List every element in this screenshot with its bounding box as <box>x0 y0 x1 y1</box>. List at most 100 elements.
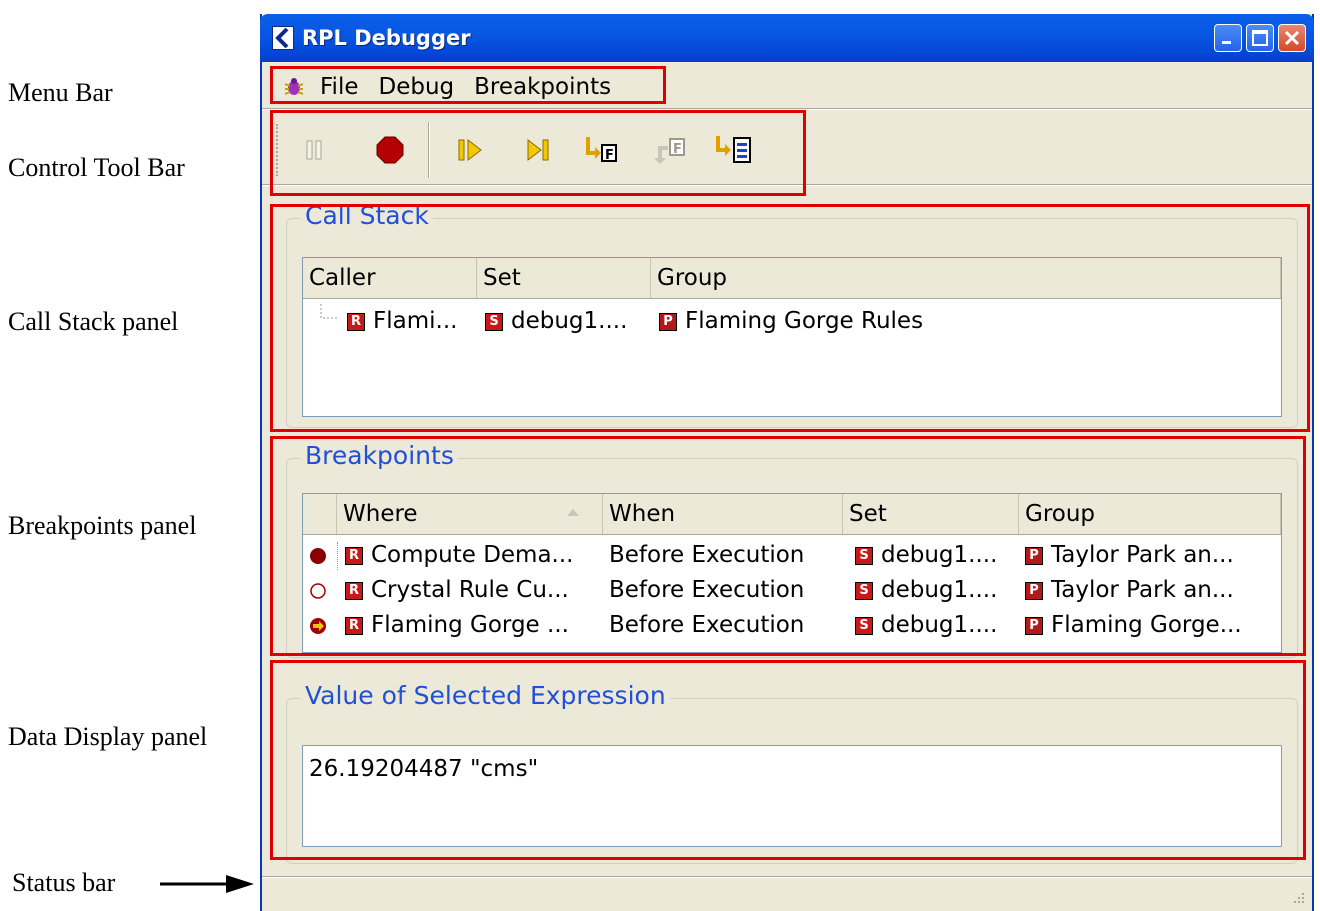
annotation-status-bar: Status bar <box>12 868 116 897</box>
where-text: Flaming Gorge ... <box>371 612 569 638</box>
call-stack-panel: Call Stack Caller Set Group R Flami... S… <box>286 201 1298 428</box>
set-cell: S debug1.... <box>485 304 655 339</box>
group-text: Taylor Park an... <box>1051 542 1234 568</box>
table-row[interactable]: R Compute Dema... Before Execution S deb… <box>303 538 1281 573</box>
policy-group-icon: P <box>1025 546 1043 565</box>
where-cell: R Flaming Gorge ... <box>345 608 603 643</box>
svg-text:F: F <box>673 142 682 157</box>
group-text: Flaming Gorge Rules <box>685 308 924 334</box>
where-cell: R Crystal Rule Cu... <box>345 573 603 608</box>
when-cell: Before Execution <box>609 577 805 603</box>
column-where[interactable]: Where <box>337 494 603 534</box>
value-panel-title: Value of Selected Expression <box>301 681 670 710</box>
column-group[interactable]: Group <box>1019 494 1281 534</box>
annotation-call-stack-panel: Call Stack panel <box>8 307 179 336</box>
step-to-block-icon[interactable] <box>714 130 754 170</box>
breakpoints-table[interactable]: Where When Set Group R Compute Dema... B… <box>302 493 1282 653</box>
group-cell: P Taylor Park an... <box>1025 538 1281 573</box>
window-title: RPL Debugger <box>302 26 471 50</box>
value-display[interactable]: 26.19204487 "cms" <box>302 745 1282 847</box>
column-set[interactable]: Set <box>843 494 1019 534</box>
menu-bar: File Debug Breakpoints <box>276 70 631 104</box>
menu-file[interactable]: File <box>320 74 359 100</box>
set-cell: S debug1.... <box>855 608 1023 643</box>
when-cell: Before Execution <box>609 612 805 638</box>
set-icon: S <box>855 546 873 565</box>
caller-text: Flami... <box>373 308 458 334</box>
close-button[interactable] <box>1278 24 1306 52</box>
call-stack-table[interactable]: Caller Set Group R Flami... S debug1....… <box>302 257 1282 417</box>
column-group[interactable]: Group <box>651 258 1281 298</box>
tree-line-icon <box>320 304 337 319</box>
resize-grip-icon[interactable] <box>1292 891 1306 905</box>
debugger-window: RPL Debugger File Debug Breakpoints F F … <box>260 14 1314 911</box>
call-stack-title: Call Stack <box>301 201 433 230</box>
app-icon <box>272 26 294 50</box>
maximize-button[interactable] <box>1246 24 1274 52</box>
annotation-menu-bar: Menu Bar <box>8 78 113 107</box>
set-text: debug1.... <box>881 612 998 638</box>
menu-debug[interactable]: Debug <box>379 74 455 100</box>
set-text: debug1.... <box>511 308 628 334</box>
column-caller[interactable]: Caller <box>303 258 477 298</box>
breakpoints-panel: Breakpoints Where When Set Group R Compu… <box>286 441 1298 658</box>
where-text: Compute Dema... <box>371 542 574 568</box>
breakpoint-current-icon[interactable] <box>309 617 327 635</box>
step-into-function-icon[interactable]: F <box>582 130 622 170</box>
call-stack-header: Caller Set Group <box>303 258 1281 299</box>
toolbar-separator <box>428 122 430 178</box>
arrow-icon <box>160 875 254 893</box>
toolbar-separator-line <box>262 184 1312 186</box>
continue-icon[interactable] <box>450 130 490 170</box>
breakpoint-enabled-icon[interactable] <box>309 547 327 565</box>
annotation-breakpoints-panel: Breakpoints panel <box>8 511 197 540</box>
table-row[interactable]: R Flaming Gorge ... Before Execution S d… <box>303 608 1281 643</box>
step-out-function-icon[interactable]: F <box>650 130 690 170</box>
group-cell: P Taylor Park an... <box>1025 573 1281 608</box>
set-icon: S <box>855 581 873 600</box>
breakpoint-disabled-icon[interactable] <box>309 582 327 600</box>
set-icon: S <box>485 312 503 331</box>
minimize-button[interactable] <box>1214 24 1242 52</box>
annotation-data-display-panel: Data Display panel <box>8 722 208 751</box>
menu-separator <box>262 108 1312 110</box>
table-row[interactable]: R Flami... S debug1.... P Flaming Gorge … <box>303 304 1281 339</box>
column-state[interactable] <box>303 494 337 534</box>
table-row[interactable]: R Crystal Rule Cu... Before Execution S … <box>303 573 1281 608</box>
rule-icon: R <box>345 616 363 635</box>
group-cell: P Flaming Gorge... <box>1025 608 1281 643</box>
policy-group-icon: P <box>659 312 677 331</box>
step-icon[interactable] <box>518 130 558 170</box>
rule-icon: R <box>347 312 365 331</box>
status-bar <box>262 878 1312 911</box>
title-bar[interactable]: RPL Debugger <box>260 14 1314 62</box>
group-text: Taylor Park an... <box>1051 577 1234 603</box>
where-text: Crystal Rule Cu... <box>371 577 569 603</box>
policy-group-icon: P <box>1025 581 1043 600</box>
rule-icon: R <box>345 581 363 600</box>
policy-group-icon: P <box>1025 616 1043 635</box>
set-cell: S debug1.... <box>855 573 1023 608</box>
group-text: Flaming Gorge... <box>1051 612 1242 638</box>
set-cell: S debug1.... <box>855 538 1023 573</box>
set-text: debug1.... <box>881 542 998 568</box>
caller-cell: R Flami... <box>347 304 477 339</box>
column-set[interactable]: Set <box>477 258 651 298</box>
stop-icon[interactable] <box>370 130 410 170</box>
toolbar-grip[interactable] <box>276 124 280 176</box>
set-icon: S <box>855 616 873 635</box>
menu-breakpoints[interactable]: Breakpoints <box>474 74 611 100</box>
group-cell: P Flaming Gorge Rules <box>659 304 1259 339</box>
column-where-label: Where <box>343 501 418 527</box>
column-when[interactable]: When <box>603 494 843 534</box>
sort-ascending-icon <box>567 509 579 516</box>
control-toolbar: F F <box>274 118 794 180</box>
pause-icon[interactable] <box>294 130 334 170</box>
when-cell: Before Execution <box>609 542 805 568</box>
breakpoints-header: Where When Set Group <box>303 494 1281 535</box>
where-cell: R Compute Dema... <box>345 538 603 573</box>
breakpoints-title: Breakpoints <box>301 441 458 470</box>
data-display-panel: Value of Selected Expression 26.19204487… <box>286 681 1298 864</box>
bug-icon <box>284 78 304 95</box>
svg-text:F: F <box>605 148 614 163</box>
